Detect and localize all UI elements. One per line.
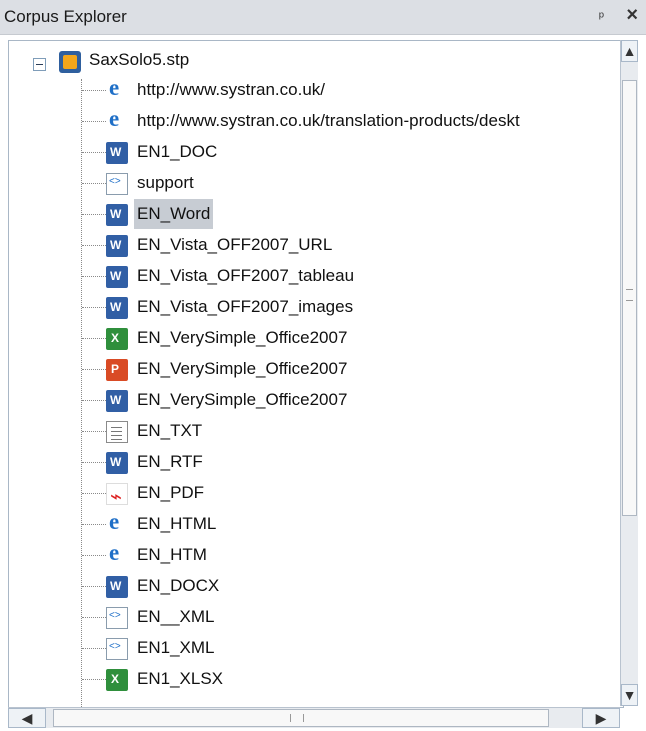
corpus-explorer-panel: Corpus Explorer ᵖ × SaxSolo5.stp http://… xyxy=(0,0,646,731)
tree-item-label: EN_HTML xyxy=(137,514,217,533)
tree-item-label: EN_PDF xyxy=(137,483,205,502)
scroll-up-button[interactable]: ▲ xyxy=(621,40,638,62)
word-document-icon xyxy=(106,204,128,226)
internet-explorer-icon xyxy=(106,511,128,536)
horizontal-scrollbar[interactable]: ◀ ▶ xyxy=(8,707,620,728)
scroll-grip-icon xyxy=(626,289,633,301)
collapse-icon[interactable] xyxy=(33,58,46,71)
excel-document-icon xyxy=(106,669,128,691)
corpus-tree[interactable]: SaxSolo5.stp http://www.systran.co.uk/ht… xyxy=(8,40,624,708)
tree-connector-line xyxy=(81,79,83,707)
tree-item-label: support xyxy=(137,173,194,192)
vertical-scroll-thumb[interactable] xyxy=(622,80,637,516)
tree-root-label: SaxSolo5.stp xyxy=(89,50,190,69)
panel-title: Corpus Explorer xyxy=(4,7,127,26)
tree-branch-line xyxy=(82,338,106,339)
tree-item-label: EN1_XLSX xyxy=(137,669,223,688)
tree-branch-line xyxy=(82,152,106,153)
tree-item-label: EN_Word xyxy=(134,199,214,229)
tree-branch-line xyxy=(82,276,106,277)
xml-document-icon xyxy=(106,607,128,629)
word-document-icon xyxy=(106,235,128,257)
tree-branch-line xyxy=(82,214,106,215)
scroll-left-button[interactable]: ◀ xyxy=(8,708,46,728)
tree-branch-line xyxy=(82,431,106,432)
tree-item-label: EN_RTF xyxy=(137,452,203,471)
internet-explorer-icon xyxy=(106,77,128,102)
tree-item-label: http://www.systran.co.uk/ xyxy=(137,80,326,99)
pdf-document-icon xyxy=(106,482,128,512)
tree-branch-line xyxy=(82,679,106,680)
tree-branch-line xyxy=(82,462,106,463)
horizontal-scroll-thumb[interactable] xyxy=(53,709,549,727)
internet-explorer-icon xyxy=(106,542,128,567)
tree-branch-line xyxy=(82,648,106,649)
scroll-right-button[interactable]: ▶ xyxy=(582,708,620,728)
scroll-grip-icon xyxy=(290,714,304,722)
tree-branch-line xyxy=(82,121,106,122)
word-document-icon xyxy=(106,142,128,164)
tree-branch-line xyxy=(82,493,106,494)
tree-branch-line xyxy=(82,369,106,370)
tree-item-label: EN1_DOC xyxy=(137,142,218,161)
tree-branch-line xyxy=(82,400,106,401)
tree-item-label: EN1_XML xyxy=(137,638,215,657)
tree-branch-line xyxy=(82,586,106,587)
panel-title-bar: Corpus Explorer ᵖ × xyxy=(0,0,646,35)
tree-item-label: EN_Vista_OFF2007_images xyxy=(137,297,354,316)
tree-branch-line xyxy=(82,617,106,618)
word-document-icon xyxy=(106,576,128,598)
tree-item-label: EN_HTM xyxy=(137,545,207,564)
tree-branch-line xyxy=(82,245,106,246)
tree-branch-line xyxy=(82,307,106,308)
word-document-icon xyxy=(106,452,128,474)
scroll-down-button[interactable]: ▼ xyxy=(621,684,638,706)
word-document-icon xyxy=(106,266,128,288)
tree-item-label: EN_VerySimple_Office2007 xyxy=(137,328,348,347)
powerpoint-document-icon xyxy=(106,359,128,381)
tree-item-label: EN_Vista_OFF2007_tableau xyxy=(137,266,355,285)
tree-item-label: EN_TXT xyxy=(137,421,203,440)
xml-document-icon xyxy=(106,638,128,660)
tree-item-label: EN__XML xyxy=(137,607,215,626)
tree-item-label: EN_VerySimple_Office2007 xyxy=(137,390,348,409)
project-icon xyxy=(59,51,81,73)
tree-item-label: EN_Vista_OFF2007_URL xyxy=(137,235,333,254)
tree-branch-line xyxy=(82,183,106,184)
word-document-icon xyxy=(106,297,128,319)
word-document-icon xyxy=(106,390,128,412)
tree-item-label: EN_VerySimple_Office2007 xyxy=(137,359,348,378)
tree-branch-line xyxy=(82,90,106,91)
text-document-icon xyxy=(106,421,128,443)
internet-explorer-icon xyxy=(106,108,128,133)
tree-branch-line xyxy=(82,524,106,525)
tree-item-label: http://www.systran.co.uk/translation-pro… xyxy=(137,111,520,130)
tree-item-label: EN_DOCX xyxy=(137,576,220,595)
pin-icon[interactable]: ᵖ xyxy=(599,8,604,24)
close-icon[interactable]: × xyxy=(626,4,638,27)
tree-branch-line xyxy=(82,555,106,556)
vertical-scrollbar[interactable]: ▲ ▼ xyxy=(620,40,638,706)
excel-document-icon xyxy=(106,328,128,350)
xml-document-icon xyxy=(106,173,128,195)
